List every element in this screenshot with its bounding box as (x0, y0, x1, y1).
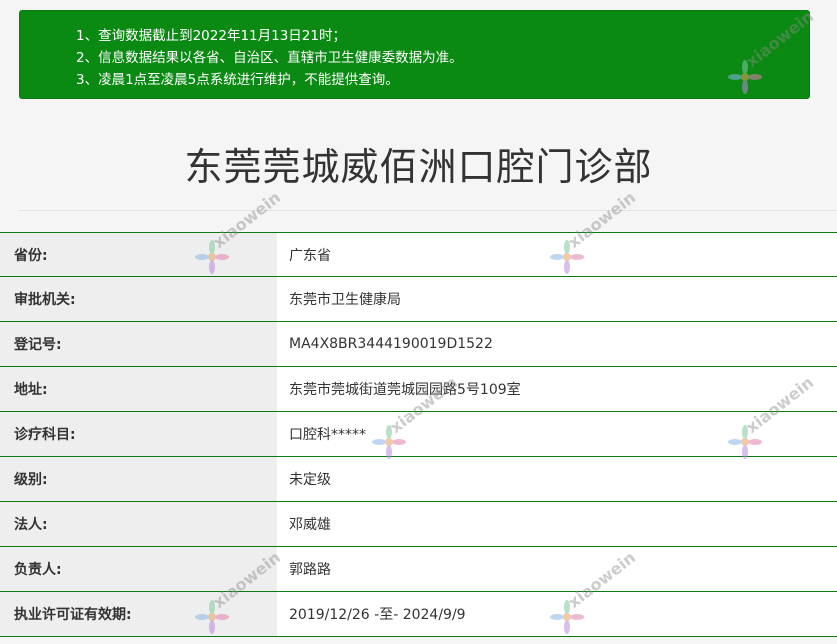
table-row: 执业许可证有效期: 2019/12/26 -至- 2024/9/9 (0, 592, 837, 637)
row-value: 口腔科***** (277, 412, 837, 456)
notice-line: 2、信息数据结果以各省、自治区、直辖市卫生健康委数据为准。 (76, 50, 463, 66)
table-row: 地址: 东莞市莞城街道莞城园园路5号109室 (0, 367, 837, 412)
table-row: 审批机关: 东莞市卫生健康局 (0, 277, 837, 322)
row-label: 负责人: (0, 547, 277, 591)
row-value: 邓威雄 (277, 502, 837, 546)
row-value: 郭路路 (277, 547, 837, 591)
table-row: 登记号: MA4X8BR3444190019D1522 (0, 322, 837, 367)
table-row: 法人: 邓威雄 (0, 502, 837, 547)
row-value: 东莞市卫生健康局 (277, 277, 837, 321)
table-row: 省份: 广东省 (0, 232, 837, 277)
row-label: 级别: (0, 457, 277, 501)
notice-banner: 1、查询数据截止到2022年11月13日21时； 2、信息数据结果以各省、自治区… (19, 10, 810, 99)
row-value: 广东省 (277, 233, 837, 276)
table-row: 负责人: 郭路路 (0, 547, 837, 592)
row-label: 诊疗科目: (0, 412, 277, 456)
title-divider (19, 210, 837, 211)
row-label: 审批机关: (0, 277, 277, 321)
row-value: MA4X8BR3444190019D1522 (277, 322, 837, 366)
info-table: 省份: 广东省 审批机关: 东莞市卫生健康局 登记号: MA4X8BR34441… (0, 232, 837, 637)
notice-line: 1、查询数据截止到2022年11月13日21时； (76, 28, 346, 44)
page-title: 东莞莞城威佰洲口腔门诊部 (184, 145, 653, 189)
row-value: 未定级 (277, 457, 837, 501)
row-label: 地址: (0, 367, 277, 411)
row-label: 执业许可证有效期: (0, 592, 277, 636)
row-label: 法人: (0, 502, 277, 546)
row-value: 东莞市莞城街道莞城园园路5号109室 (277, 367, 837, 411)
notice-line: 3、凌晨1点至凌晨5点系统进行维护，不能提供查询。 (76, 72, 399, 88)
table-row: 级别: 未定级 (0, 457, 837, 502)
row-value: 2019/12/26 -至- 2024/9/9 (277, 592, 837, 636)
table-row: 诊疗科目: 口腔科***** (0, 412, 837, 457)
row-label: 登记号: (0, 322, 277, 366)
row-label: 省份: (0, 233, 277, 276)
page: 1、查询数据截止到2022年11月13日21时； 2、信息数据结果以各省、自治区… (0, 0, 837, 644)
